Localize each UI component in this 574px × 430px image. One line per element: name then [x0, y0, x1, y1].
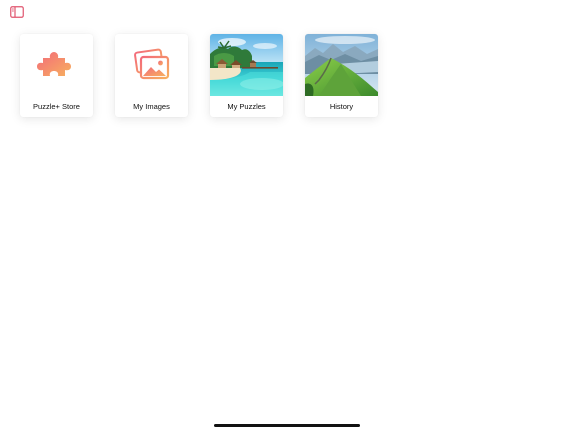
my-puzzles-art	[210, 34, 283, 96]
my-puzzles-tile[interactable]: My Puzzles	[210, 34, 283, 117]
tropical-beach-thumbnail	[210, 34, 283, 96]
tile-label: History	[329, 102, 354, 111]
tile-label: Puzzle+ Store	[33, 102, 80, 111]
tile-label: My Puzzles	[227, 102, 266, 111]
puzzle-store-tile[interactable]: Puzzle+ Store	[20, 34, 93, 117]
images-icon	[133, 48, 169, 80]
sidebar-toggle-icon	[10, 6, 24, 18]
history-art	[305, 34, 378, 96]
home-tile-grid: Puzzle+ Store My Images My Puzzles Histo…	[20, 34, 378, 117]
puzzle-piece-icon	[36, 52, 71, 76]
mountain-landscape-thumbnail	[305, 34, 378, 96]
history-tile[interactable]: History	[305, 34, 378, 117]
puzzle-store-art	[20, 34, 93, 96]
sidebar-toggle-button[interactable]	[10, 6, 24, 18]
home-indicator[interactable]	[214, 424, 360, 427]
tile-label: My Images	[133, 102, 170, 111]
my-images-tile[interactable]: My Images	[115, 34, 188, 117]
my-images-art	[115, 34, 188, 96]
